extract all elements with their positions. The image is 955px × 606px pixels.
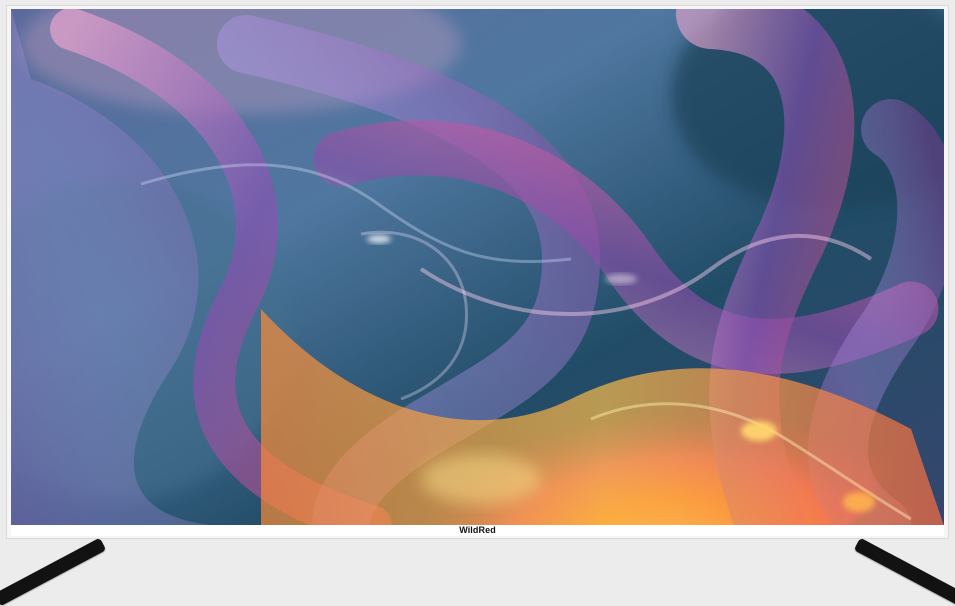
left-stand-leg [0, 537, 107, 606]
television: WildRed [6, 5, 949, 539]
bottom-bezel: WildRed [11, 525, 944, 536]
brand-logo: WildRed [459, 525, 496, 535]
tv-screen [11, 9, 944, 526]
abstract-wallpaper [11, 9, 944, 526]
right-stand-leg [853, 537, 955, 606]
